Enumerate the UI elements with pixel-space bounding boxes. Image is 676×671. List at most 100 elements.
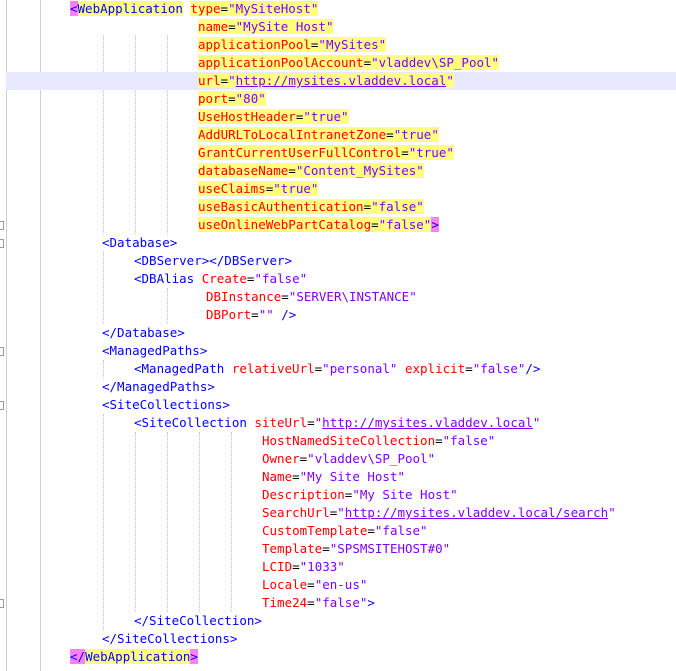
code-line[interactable]: databaseName="Content_MySites" — [198, 162, 424, 180]
xml-val: "true" — [303, 109, 349, 124]
code-line[interactable]: <SiteCollection siteUrl= "http://mysites.… — [134, 414, 540, 432]
code-line[interactable]: GrantCurrentUserFullControl="true" — [198, 144, 454, 162]
xml-tag: </SiteCollections> — [102, 631, 238, 646]
code-line[interactable]: </ManagedPaths> — [102, 378, 215, 396]
xml-val: "SERVER\INSTANCE" — [288, 289, 417, 304]
xml-val: "false" — [371, 199, 424, 214]
xml-val: "false" — [254, 271, 308, 286]
code-line[interactable]: DBPort="" /> — [206, 306, 296, 324]
xml-attr: relativeUrl — [231, 361, 315, 376]
code-line[interactable]: HostNamedSiteCollection="false" — [262, 432, 495, 450]
xml-tag: </ManagedPaths> — [102, 379, 215, 394]
code-line[interactable]: useOnlineWebPartCatalog="false"> — [198, 216, 439, 234]
xml-tag: <DBAlias — [134, 271, 195, 286]
code-line[interactable]: Owner="vladdev\SP_Pool" — [262, 450, 435, 468]
code-line[interactable]: CustomTemplate="false" — [262, 522, 428, 540]
code-editor[interactable]: <WebApplication type="MySiteHost" name="M… — [0, 0, 676, 671]
code-line[interactable]: <ManagedPath relativeUrl = "personal" expl… — [134, 360, 540, 378]
xml-attr: AddURLToLocalIntranetZone — [198, 127, 387, 142]
code-line[interactable]: Time24="false"> — [262, 594, 375, 612]
xml-tag: </SiteCollection> — [134, 613, 262, 628]
xml-attr: databaseName — [198, 163, 289, 178]
xml-attr: useClaims — [198, 181, 266, 196]
xml-attr: CustomTemplate — [262, 523, 368, 538]
fold-toggle-icon[interactable] — [0, 239, 4, 248]
fold-toggle-icon[interactable] — [0, 401, 4, 410]
xml-val: "en-us" — [314, 577, 368, 592]
code-line[interactable]: </Database> — [102, 324, 185, 342]
indent-guide — [167, 36, 168, 234]
xml-val: "personal" — [322, 361, 398, 376]
xml-val: "false" — [314, 595, 368, 610]
xml-txt: = — [386, 127, 394, 142]
xml-attr: Description — [262, 487, 345, 502]
code-line[interactable]: applicationPoolAccount="vladdev\SP_Pool" — [198, 54, 500, 72]
code-line[interactable]: port="80" — [198, 90, 266, 108]
code-line[interactable]: Locale="en-us" — [262, 576, 367, 594]
code-line[interactable]: <ManagedPaths> — [102, 342, 207, 360]
xml-txt: = — [367, 523, 375, 538]
xml-tag: /> — [273, 307, 297, 322]
code-line[interactable]: <SiteCollections> — [102, 396, 230, 414]
fold-toggle-icon[interactable] — [0, 221, 4, 230]
xml-attr: Template — [262, 541, 323, 556]
code-line[interactable]: applicationPool="MySites" — [198, 36, 387, 54]
code-line[interactable]: <WebApplication type="MySiteHost" — [70, 0, 319, 18]
fold-toggle-icon[interactable] — [0, 599, 4, 608]
xml-txt: = — [251, 307, 259, 322]
url-link[interactable]: http://mysites.vladdev.local — [322, 415, 533, 430]
code-line[interactable]: </SiteCollections> — [102, 630, 237, 648]
code-line[interactable]: UseHostHeader="true" — [198, 108, 349, 126]
code-line[interactable]: useBasicAuthentication="false" — [198, 198, 424, 216]
xml-val: "false" — [472, 361, 526, 376]
indent-guide — [103, 36, 104, 234]
code-line[interactable]: name="MySite Host" — [198, 18, 334, 36]
xml-val: "vladdev\SP_Pool" — [371, 55, 500, 70]
xml-val: "vladdev\SP_Pool" — [307, 451, 436, 466]
code-line[interactable]: DBInstance="SERVER\INSTANCE" — [206, 288, 417, 306]
xml-tag: WebApplication — [77, 1, 183, 16]
xml-attr: LCID — [262, 559, 293, 574]
code-line[interactable]: AddURLToLocalIntranetZone="true" — [198, 126, 439, 144]
code-line[interactable]: Description="My Site Host" — [262, 486, 458, 504]
code-line[interactable]: <DBServer></DBServer> — [134, 252, 292, 270]
xml-attr: useBasicAuthentication — [198, 199, 364, 214]
xml-attr: Owner — [262, 451, 300, 466]
code-line[interactable]: <Database> — [102, 234, 177, 252]
xml-txt: = — [292, 469, 300, 484]
xml-txt: = — [307, 415, 315, 430]
indent-guide — [103, 360, 104, 378]
code-line[interactable]: Name="My Site Host" — [262, 468, 405, 486]
xml-tag: <SiteCollection — [134, 415, 247, 430]
xml-txt: = — [307, 595, 315, 610]
xml-txt: = — [465, 361, 473, 376]
code-line[interactable]: </SiteCollection> — [134, 612, 262, 630]
indent-guide — [135, 36, 136, 234]
code-line[interactable]: Template="SPSMSITEHOST#0" — [262, 540, 450, 558]
xml-attr: applicationPoolAccount — [198, 55, 364, 70]
xml-attr: SearchUrl — [262, 505, 330, 520]
xml-attr: Time24 — [262, 595, 308, 610]
code-line[interactable]: SearchUrl="http://mysites.vladdev.local/… — [262, 504, 616, 522]
url-link[interactable]: http://mysites.vladdev.local/search — [345, 505, 608, 520]
url-link[interactable]: http://mysites.vladdev.local — [235, 73, 447, 88]
code-line[interactable]: LCID="1033" — [262, 558, 345, 576]
code-line[interactable]: <DBAlias Create="false" — [134, 270, 307, 288]
xml-tag: > — [431, 217, 439, 232]
xml-txt: = — [292, 559, 300, 574]
code-line[interactable]: url="http://mysites.vladdev.local" — [198, 72, 454, 90]
xml-txt: = — [401, 145, 409, 160]
code-line[interactable]: </WebApplication> — [70, 648, 198, 666]
xml-tag: </Database> — [102, 325, 185, 340]
xml-val: "MySites" — [318, 37, 387, 52]
indent-guide — [103, 252, 104, 324]
xml-attr: explicit — [404, 361, 466, 376]
fold-margin[interactable] — [0, 0, 4, 671]
xml-attr: UseHostHeader — [198, 109, 296, 124]
xml-tag: < — [70, 1, 78, 16]
code-line[interactable]: useClaims="true" — [198, 180, 319, 198]
xml-tag: <DBServer></DBServer> — [134, 253, 293, 268]
xml-val: "true" — [408, 145, 454, 160]
fold-toggle-icon[interactable] — [0, 347, 4, 356]
xml-txt — [194, 271, 202, 286]
